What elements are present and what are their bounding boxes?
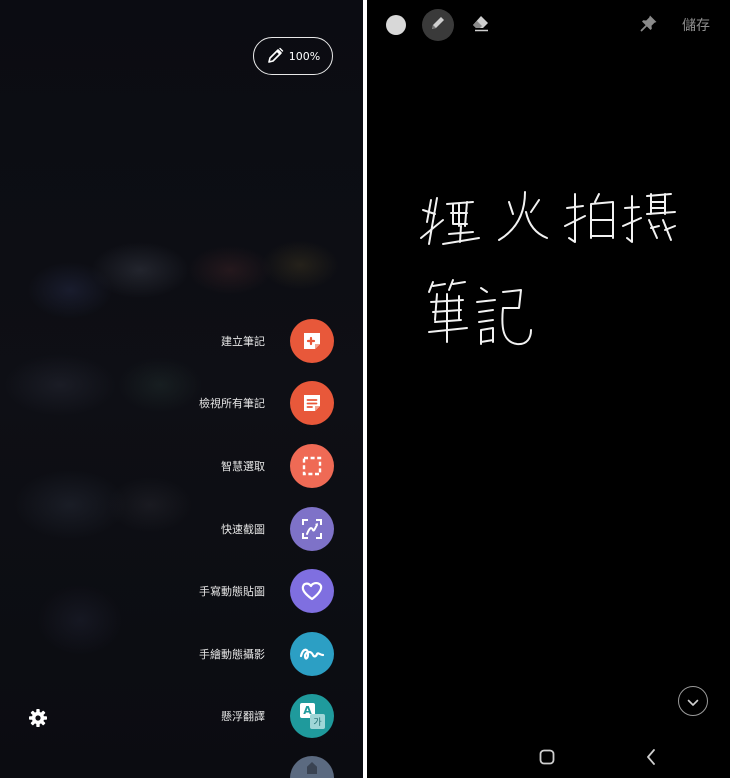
screen-write-icon xyxy=(300,517,324,541)
screen-off-memo: 儲存 xyxy=(367,0,730,778)
view-all-notes-icon xyxy=(301,392,323,414)
menu-item-smart-select[interactable]: 智慧選取 xyxy=(221,444,334,488)
menu-label: 檢視所有筆記 xyxy=(199,397,265,410)
view-all-notes-button[interactable] xyxy=(290,381,334,425)
ar-doodle-button[interactable] xyxy=(290,632,334,676)
pen-tool-button[interactable] xyxy=(422,9,454,41)
smart-select-icon xyxy=(300,454,324,478)
smart-select-button[interactable] xyxy=(290,444,334,488)
home-nav-icon[interactable] xyxy=(539,749,555,765)
save-button[interactable]: 儲存 xyxy=(682,15,710,35)
menu-item-translate[interactable]: 懸浮翻譯 A 가 xyxy=(221,694,334,738)
chevron-down-icon xyxy=(687,692,699,711)
zoom-level: 100% xyxy=(288,49,321,63)
menu-item-ar-doodle[interactable]: 手繪動態攝影 xyxy=(199,632,334,676)
create-note-button[interactable] xyxy=(290,319,334,363)
back-nav-icon[interactable] xyxy=(645,748,657,766)
translate-icon: A 가 xyxy=(299,703,325,729)
live-message-button[interactable] xyxy=(290,569,334,613)
menu-label: 智慧選取 xyxy=(221,460,265,473)
settings-gear-icon[interactable] xyxy=(28,708,48,728)
pen-zoom-button[interactable]: 100% xyxy=(253,37,333,75)
create-note-icon xyxy=(301,330,323,352)
menu-label: 手繪動態攝影 xyxy=(199,648,265,661)
menu-label: 手寫動態貼圖 xyxy=(199,585,265,598)
pen-icon xyxy=(266,47,284,65)
screen-write-button[interactable] xyxy=(290,507,334,551)
menu-label: 快速截圖 xyxy=(221,523,265,536)
menu-item-view-all-notes[interactable]: 檢視所有筆記 xyxy=(199,381,334,425)
menu-item-more[interactable] xyxy=(290,756,334,778)
menu-label: 懸浮翻譯 xyxy=(221,710,265,723)
handwritten-memo xyxy=(407,180,697,374)
translate-glyph-b: 가 xyxy=(310,714,325,729)
heart-icon xyxy=(299,578,325,604)
pen-icon xyxy=(307,762,317,774)
menu-item-live-message[interactable]: 手寫動態貼圖 xyxy=(199,569,334,613)
color-picker-button[interactable] xyxy=(381,10,411,40)
pin-icon xyxy=(640,14,658,36)
menu-label: 建立筆記 xyxy=(221,335,265,348)
menu-item-screen-write[interactable]: 快速截圖 xyxy=(221,507,334,551)
doodle-icon xyxy=(298,642,326,666)
translate-button[interactable]: A 가 xyxy=(290,694,334,738)
white-color-icon xyxy=(386,15,406,35)
pen-icon xyxy=(429,14,447,36)
air-command-panel: 100% 建立筆記 檢視所有筆記 智慧選取 快速截圖 手寫動態貼圖 手繪動態攝影… xyxy=(0,0,363,778)
eraser-icon xyxy=(471,14,491,36)
menu-item-create-note[interactable]: 建立筆記 xyxy=(221,319,334,363)
expand-button[interactable] xyxy=(678,686,708,716)
pin-button[interactable] xyxy=(634,10,664,40)
eraser-tool-button[interactable] xyxy=(466,10,496,40)
